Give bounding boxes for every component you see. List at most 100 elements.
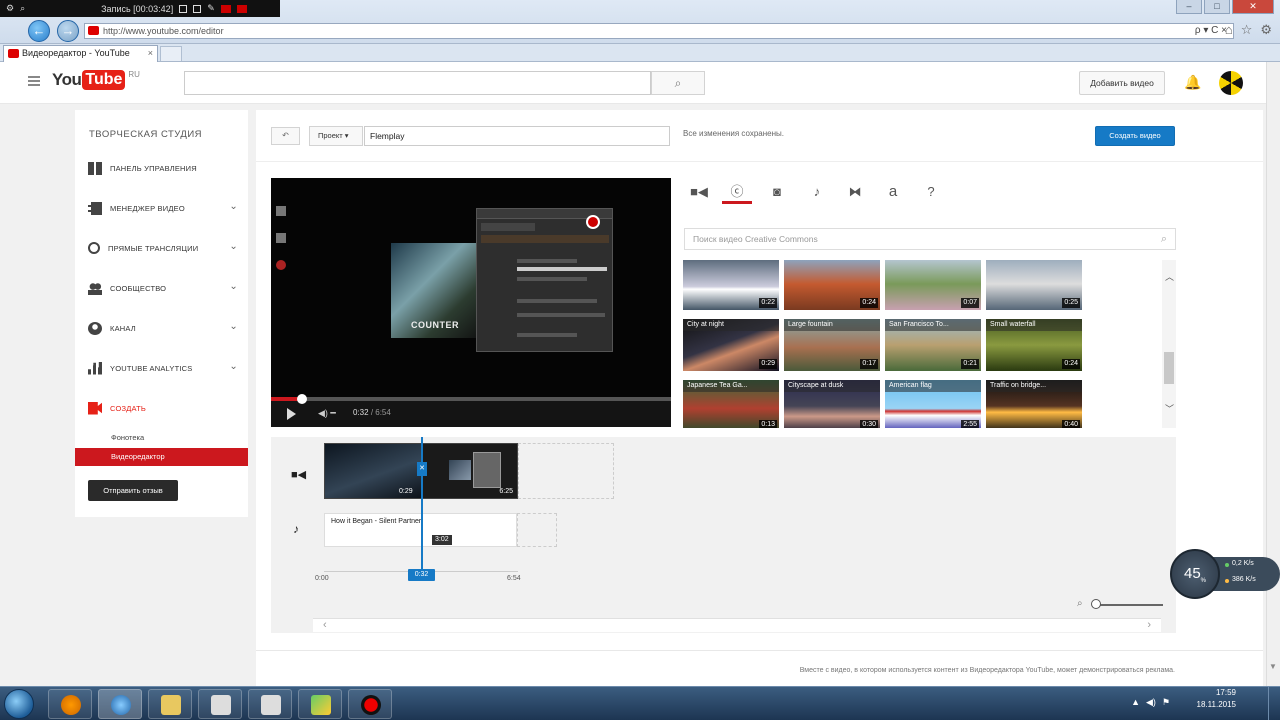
search-icon: ⌕ xyxy=(674,76,682,90)
volume-tray-icon[interactable]: ◀) xyxy=(1146,697,1156,708)
search-button[interactable]: ⌕ xyxy=(651,71,705,95)
video-drop-zone[interactable] xyxy=(518,443,614,499)
photo-tab-icon[interactable]: ◙ xyxy=(762,180,792,204)
network-icon[interactable]: ▲ xyxy=(1131,697,1140,708)
audio-tab-icon[interactable]: ♪ xyxy=(802,180,832,204)
cc-grid-scrollbar[interactable]: ︿ ﹀ xyxy=(1162,260,1176,428)
cc-video-thumbnail[interactable]: 0:24 xyxy=(784,260,880,310)
back-button[interactable]: ← xyxy=(28,20,50,42)
recorder-dialog xyxy=(476,208,613,352)
creative-commons-tab-icon[interactable]: ⓒ xyxy=(722,180,752,204)
taskbar-internet-explorer[interactable] xyxy=(98,689,142,719)
chevron-up-icon[interactable]: ︿ xyxy=(1165,270,1174,283)
playhead[interactable] xyxy=(421,437,423,577)
sidebar-subitem-video-editor[interactable]: Видеоредактор xyxy=(75,448,248,466)
sidebar-item-video-manager[interactable]: МЕНЕДЖЕР ВИДЕО ⌄ xyxy=(88,200,238,216)
cc-video-thumbnail[interactable]: American flag 2:55 xyxy=(885,380,981,428)
volume-icon[interactable]: ◀) ━ xyxy=(318,408,336,419)
forward-button[interactable]: → xyxy=(57,20,79,42)
create-video-button[interactable]: Создать видео xyxy=(1095,126,1175,146)
project-dropdown[interactable]: Проект ▾ xyxy=(309,126,363,146)
recorder-pause-icon[interactable] xyxy=(179,4,188,13)
send-feedback-button[interactable]: Отправить отзыв xyxy=(88,480,178,501)
project-name-input[interactable]: Flemplay xyxy=(364,126,670,146)
sidebar-item-live[interactable]: ПРЯМЫЕ ТРАНСЛЯЦИИ ⌄ xyxy=(88,240,238,256)
avatar[interactable] xyxy=(1219,71,1243,95)
chevron-down-icon: ⌄ xyxy=(229,321,238,332)
chevron-right-icon[interactable]: › xyxy=(1147,619,1151,631)
download-dot-icon xyxy=(1225,579,1229,583)
player-progress-bar[interactable] xyxy=(271,394,671,404)
upload-button[interactable]: Добавить видео xyxy=(1079,71,1165,95)
youtube-logo[interactable]: You Tube RU xyxy=(52,70,140,90)
search-input[interactable] xyxy=(184,71,651,95)
maximize-button[interactable]: □ xyxy=(1204,0,1230,14)
cc-video-thumbnail[interactable]: Large fountain 0:17 xyxy=(784,319,880,371)
recorder-stop-icon[interactable] xyxy=(220,4,231,13)
recorder-search-icon[interactable]: ⌕ xyxy=(20,3,25,14)
undo-button[interactable]: ↶ xyxy=(271,127,300,145)
menu-icon[interactable] xyxy=(28,76,40,88)
cc-video-thumbnail[interactable]: Small waterfall 0:24 xyxy=(986,319,1082,371)
cc-search-input[interactable]: Поиск видео Creative Commons ⌕ xyxy=(684,228,1176,250)
logo-region: RU xyxy=(128,70,140,79)
taskbar-media-player[interactable] xyxy=(48,689,92,719)
notifications-bell-icon[interactable]: 🔔 xyxy=(1184,74,1201,91)
system-clock[interactable]: 17:59 18.11.2015 xyxy=(1197,687,1236,711)
cc-video-thumbnail[interactable]: 0:25 xyxy=(986,260,1082,310)
browser-tab[interactable]: Видеоредактор - YouTube × xyxy=(3,45,158,62)
scroll-down-icon[interactable]: ▼ xyxy=(1269,662,1277,671)
settings-gear-icon[interactable]: ⚙ xyxy=(1260,22,1272,38)
address-tools[interactable]: ρ ▾ C × xyxy=(1195,24,1227,38)
cc-video-thumbnail[interactable]: San Francisco To... 0:21 xyxy=(885,319,981,371)
sidebar-item-create[interactable]: СОЗДАТЬ xyxy=(88,400,238,416)
help-tab-icon[interactable]: ? xyxy=(916,180,946,204)
audio-drop-zone[interactable] xyxy=(517,513,557,547)
timeline-scrollbar[interactable]: ‹ › xyxy=(313,618,1161,632)
taskbar-explorer[interactable] xyxy=(148,689,192,719)
favorites-icon[interactable]: ☆ xyxy=(1241,22,1253,38)
timeline: ■◀ ♪ 0:29 6:25 How it Began - Silent Par… xyxy=(271,437,1176,633)
video-tab-icon[interactable]: ■◀ xyxy=(684,180,714,204)
sidebar-item-analytics[interactable]: YOUTUBE ANALYTICS ⌄ xyxy=(88,360,238,376)
cc-video-thumbnail[interactable]: Japanese Tea Ga... 0:13 xyxy=(683,380,779,428)
timeline-zoom[interactable]: ⌕ xyxy=(1077,598,1167,612)
video-preview-player[interactable]: COUNTER ◀) ━ 0:32 / 6:54 xyxy=(271,178,671,427)
taskbar-recorder[interactable] xyxy=(348,689,392,719)
recorder-close-icon[interactable] xyxy=(236,4,247,13)
show-desktop-button[interactable] xyxy=(1268,687,1280,720)
zoom-slider-handle[interactable] xyxy=(1091,599,1101,609)
chevron-down-icon: ⌄ xyxy=(229,241,238,252)
taskbar-document[interactable] xyxy=(198,689,242,719)
close-window-button[interactable]: ✕ xyxy=(1232,0,1274,14)
minimize-button[interactable]: – xyxy=(1176,0,1202,14)
sidebar-item-channel[interactable]: КАНАЛ ⌄ xyxy=(88,320,238,336)
playhead-split-icon[interactable]: ✕ xyxy=(417,462,427,476)
transitions-tab-icon[interactable]: ⧓ xyxy=(840,180,870,204)
start-button[interactable] xyxy=(4,689,34,719)
recorder-settings-icon[interactable]: ⚙ xyxy=(6,3,14,14)
new-tab-button[interactable] xyxy=(160,46,182,61)
tab-close-icon[interactable]: × xyxy=(148,46,153,61)
cc-video-thumbnail[interactable]: Cityscape at dusk 0:30 xyxy=(784,380,880,428)
chevron-left-icon[interactable]: ‹ xyxy=(323,619,327,631)
taskbar-document-2[interactable] xyxy=(248,689,292,719)
cc-video-thumbnail[interactable]: Traffic on bridge... 0:40 xyxy=(986,380,1082,428)
youtube-header: You Tube RU ⌕ Добавить видео 🔔 xyxy=(0,62,1266,104)
cc-video-thumbnail[interactable]: City at night 0:29 xyxy=(683,319,779,371)
chevron-down-icon[interactable]: ﹀ xyxy=(1165,402,1174,415)
recorder-camera-icon[interactable] xyxy=(193,4,202,13)
home-icon[interactable]: ⌂ xyxy=(1225,22,1233,38)
text-tab-icon[interactable]: a xyxy=(878,180,908,204)
cc-video-thumbnail[interactable]: 0:22 xyxy=(683,260,779,310)
cc-video-thumbnail[interactable]: 0:07 xyxy=(885,260,981,310)
sidebar-subitem-audio-library[interactable]: Фонотека xyxy=(111,433,144,442)
sidebar-item-dashboard[interactable]: ПАНЕЛЬ УПРАВЛЕНИЯ xyxy=(88,160,238,176)
sidebar-item-community[interactable]: СООБЩЕСТВО ⌄ xyxy=(88,280,238,296)
recorder-pen-icon[interactable]: ✎ xyxy=(207,3,215,14)
address-bar[interactable]: http://www.youtube.com/editor ρ ▾ C × xyxy=(84,23,1234,39)
playhead-time[interactable]: 0:32 xyxy=(408,569,435,581)
taskbar-music[interactable] xyxy=(298,689,342,719)
play-icon[interactable] xyxy=(287,408,296,420)
flag-icon[interactable]: ⚑ xyxy=(1162,697,1170,708)
